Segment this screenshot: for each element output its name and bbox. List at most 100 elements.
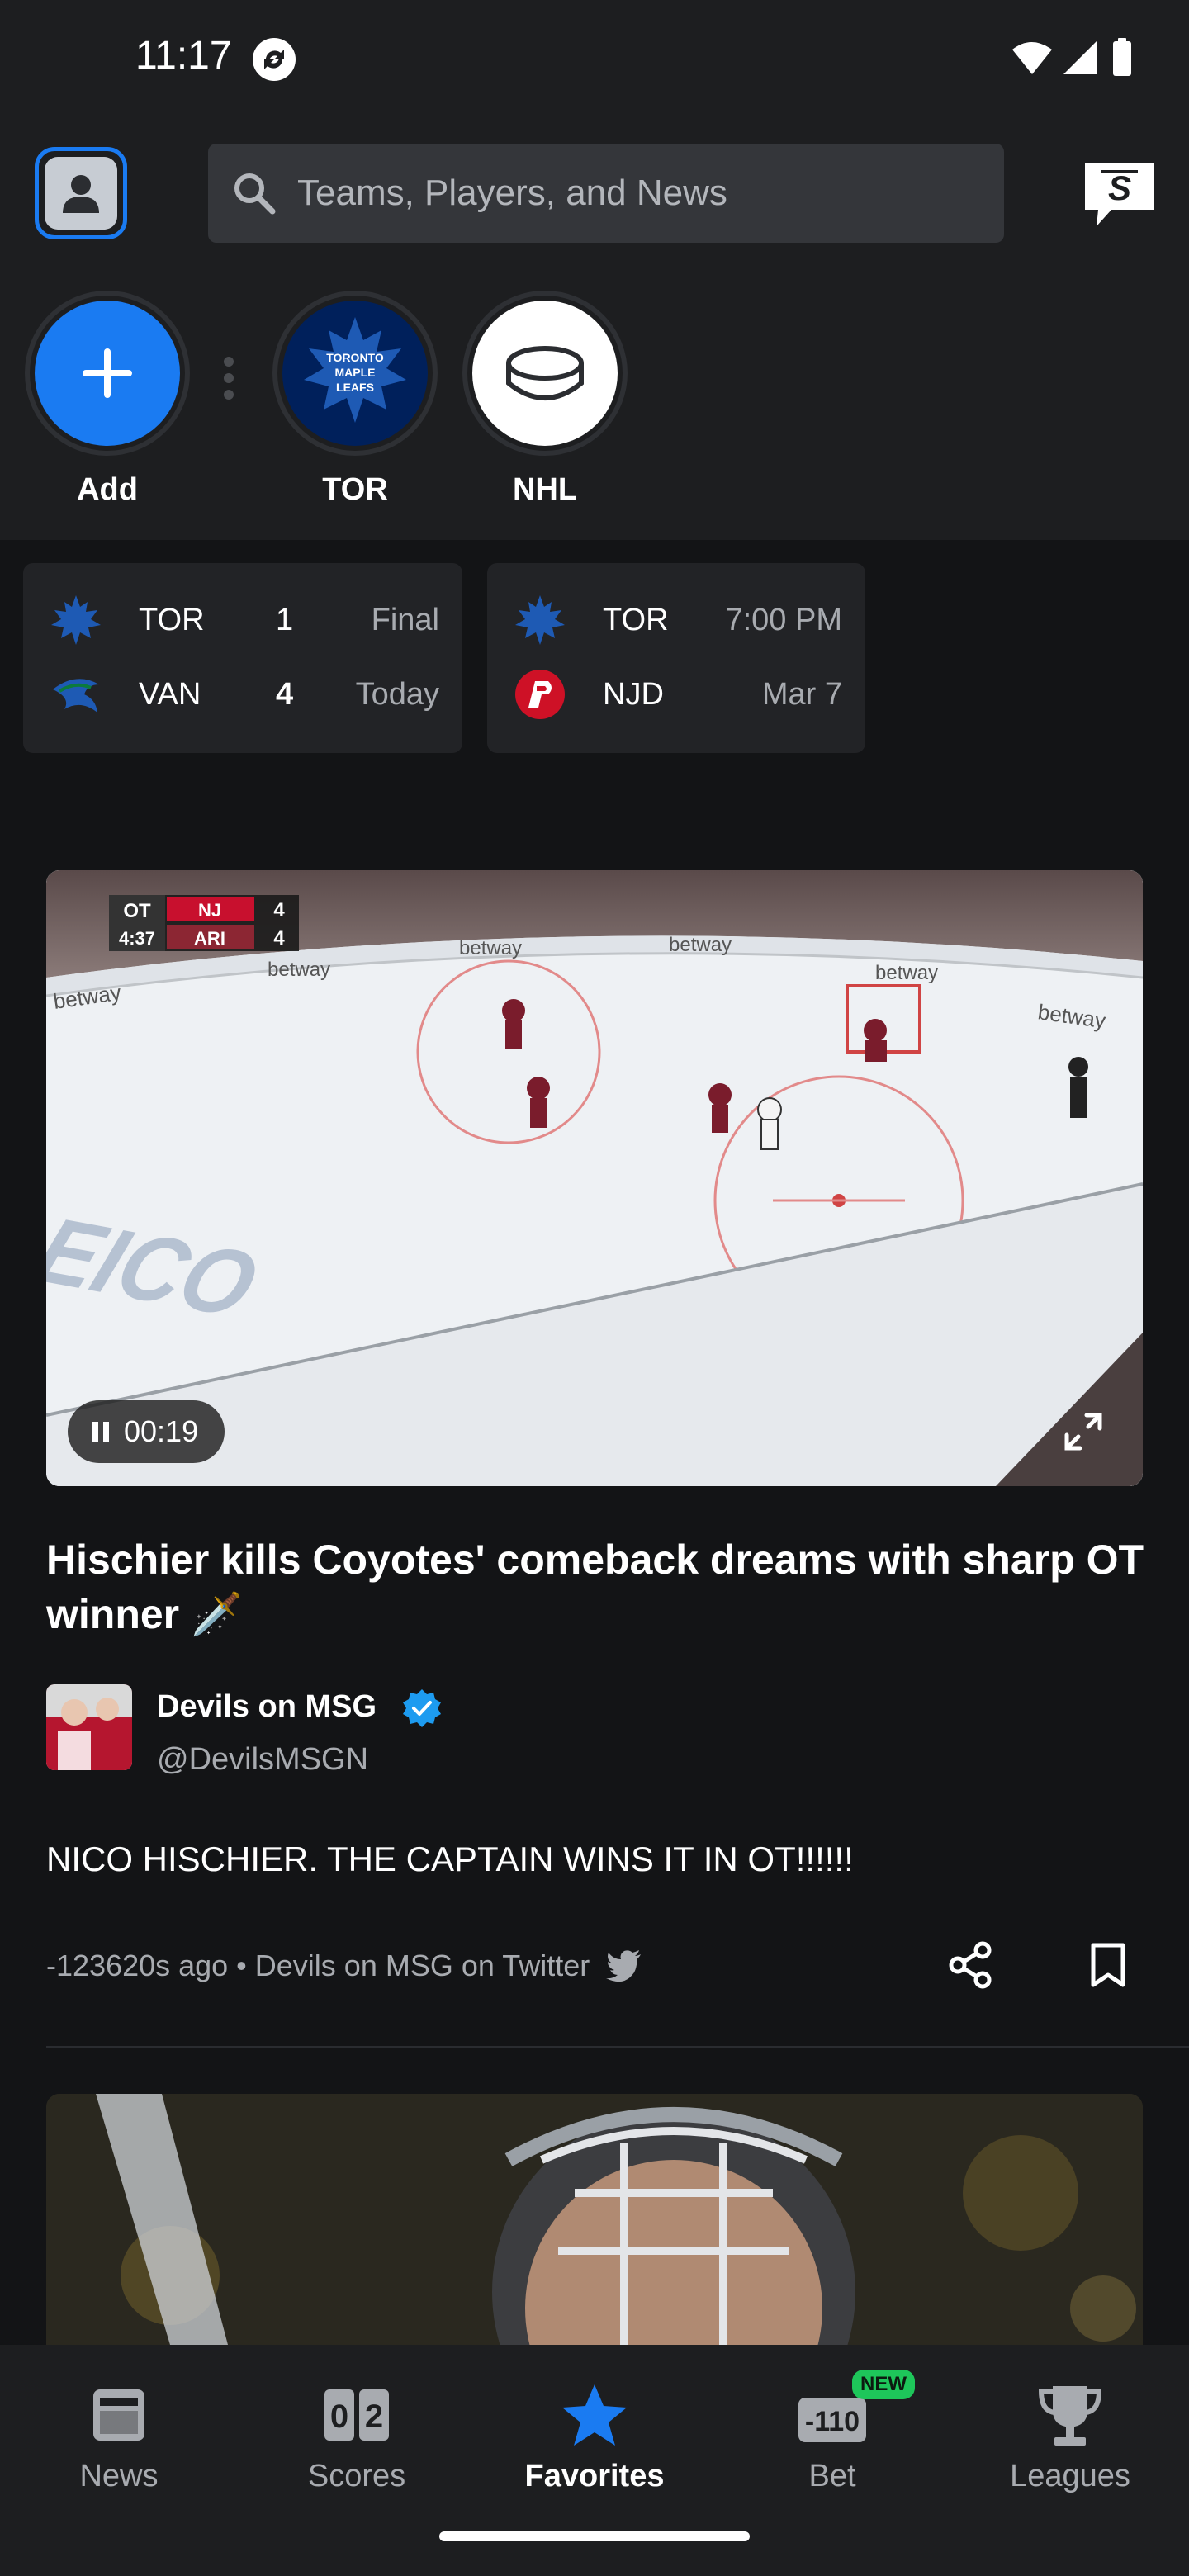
video-play-pause-button[interactable]: 00:19 bbox=[68, 1400, 225, 1463]
tor-favorite-circle: TORONTO MAPLE LEAFS bbox=[272, 291, 438, 456]
scorebug-clock: 4:37 bbox=[119, 928, 155, 949]
add-favorite-circle bbox=[25, 291, 190, 456]
game-status: Final bbox=[371, 602, 439, 637]
video-time-label: 00:19 bbox=[124, 1414, 199, 1448]
scores-icon: 0 2 bbox=[324, 2389, 389, 2441]
status-time: 11:17 bbox=[135, 34, 232, 78]
scores-digit: 0 bbox=[330, 2398, 348, 2435]
svg-text:TORONTO: TORONTO bbox=[326, 351, 384, 364]
article-divider bbox=[46, 2046, 1189, 2048]
svg-text:LEAFS: LEAFS bbox=[336, 381, 374, 394]
maple-leafs-logo bbox=[51, 595, 101, 645]
article-headline[interactable]: Hischier kills Coyotes' comeback dreams … bbox=[46, 1532, 1153, 1641]
person-icon bbox=[63, 175, 99, 213]
tab-label: Bet bbox=[808, 2459, 856, 2493]
scorebug-team: NJ bbox=[198, 900, 221, 921]
scores-digit: 2 bbox=[365, 2398, 383, 2435]
verified-badge-icon bbox=[403, 1689, 441, 1727]
svg-text:betway: betway bbox=[669, 934, 732, 956]
home-indicator[interactable] bbox=[439, 2531, 750, 2541]
next-article-image[interactable] bbox=[46, 2094, 1143, 2345]
app-header: Teams, Players, and News S Add TORONTO M… bbox=[0, 116, 1189, 540]
cellular-icon bbox=[1063, 41, 1097, 74]
team-score: 4 bbox=[276, 676, 294, 712]
game-time: 7:00 PM bbox=[725, 602, 842, 637]
search-icon bbox=[234, 173, 276, 215]
video-player[interactable]: betway betway betway betway betway betwa… bbox=[46, 870, 1143, 1486]
author-name[interactable]: Devils on MSG bbox=[157, 1689, 377, 1725]
tab-label: Leagues bbox=[1010, 2459, 1130, 2493]
maple-leafs-logo: TORONTO MAPLE LEAFS bbox=[282, 301, 428, 446]
game-card[interactable]: TOR 1 Final VAN 4 Today bbox=[23, 563, 462, 753]
drag-divider-icon bbox=[224, 357, 234, 400]
author-handle: @DevilsMSGN bbox=[157, 1742, 369, 1777]
tab-favorites[interactable]: Favorites bbox=[476, 2378, 713, 2494]
bottom-navigation: News 0 2 Scores Favorites -110 NEW Bet L… bbox=[0, 2345, 1189, 2576]
scorebug-team: ARI bbox=[194, 928, 225, 949]
svg-text:betway: betway bbox=[875, 962, 938, 984]
tab-news[interactable]: News bbox=[0, 2378, 238, 2494]
nhl-favorite-circle bbox=[462, 291, 628, 456]
team-abbr: TOR bbox=[139, 602, 205, 637]
team-abbr: VAN bbox=[139, 676, 201, 712]
game-date: Mar 7 bbox=[761, 676, 842, 712]
favorite-label: TOR bbox=[322, 472, 388, 507]
scorestream-icon[interactable]: S bbox=[1082, 160, 1158, 230]
tweet-body: NICO HISCHIER. THE CAPTAIN WINS IT IN OT… bbox=[46, 1840, 854, 1878]
author-avatar bbox=[46, 1684, 132, 1770]
team-abbr: NJD bbox=[603, 676, 664, 712]
plus-icon bbox=[35, 301, 180, 446]
profile-avatar bbox=[45, 157, 117, 230]
game-row-home: TOR 1 Final bbox=[23, 583, 462, 657]
tab-leagues[interactable]: Leagues bbox=[951, 2378, 1189, 2494]
tab-label: Scores bbox=[307, 2459, 406, 2493]
status-bar: 11:17 bbox=[0, 0, 1189, 116]
battery-icon bbox=[1113, 41, 1131, 76]
scorebug-score: 4 bbox=[273, 927, 285, 949]
trophy-icon bbox=[1038, 2386, 1102, 2446]
favorite-label: Add bbox=[77, 472, 138, 507]
devils-logo bbox=[515, 670, 565, 719]
games-strip: TOR 1 Final VAN 4 Today TOR 7:00 PM NJD … bbox=[0, 540, 1189, 812]
author-avatar-image bbox=[46, 1684, 132, 1770]
fullscreen-icon[interactable] bbox=[1060, 1409, 1106, 1455]
search-bar[interactable]: Teams, Players, and News bbox=[208, 144, 1004, 243]
tab-scores[interactable]: 0 2 Scores bbox=[238, 2378, 476, 2494]
tab-label: Favorites bbox=[524, 2459, 665, 2493]
game-card[interactable]: TOR 7:00 PM NJD Mar 7 bbox=[487, 563, 865, 753]
game-row-home: TOR 7:00 PM bbox=[487, 583, 865, 657]
svg-text:betway: betway bbox=[459, 937, 522, 959]
hockey-rink-thumbnail: betway betway betway betway betway betwa… bbox=[46, 870, 1143, 1486]
scorebug-period: OT bbox=[123, 900, 151, 922]
wifi-icon bbox=[1012, 42, 1052, 74]
svg-text:MAPLE: MAPLE bbox=[335, 366, 376, 379]
article-meta-text: -123620s ago • Devils on MSG on Twitter bbox=[46, 1949, 590, 1982]
news-icon bbox=[93, 2389, 144, 2441]
bookmark-icon[interactable] bbox=[1090, 1942, 1126, 1988]
favorite-tor[interactable]: TORONTO MAPLE LEAFS TOR bbox=[272, 291, 438, 508]
maple-leafs-logo bbox=[515, 595, 565, 645]
tab-label: News bbox=[79, 2459, 159, 2493]
system-status-icons bbox=[1012, 38, 1131, 76]
twitter-icon bbox=[606, 1950, 642, 1982]
game-row-away: NJD Mar 7 bbox=[487, 657, 865, 732]
favorite-add[interactable]: Add bbox=[25, 291, 190, 508]
game-row-away: VAN 4 Today bbox=[23, 657, 462, 732]
goalie-photo bbox=[46, 2094, 1143, 2345]
new-badge: NEW bbox=[852, 2370, 915, 2399]
profile-button[interactable] bbox=[35, 147, 127, 239]
sync-icon bbox=[253, 38, 296, 81]
bet-odds: -110 bbox=[805, 2406, 860, 2437]
tab-bet[interactable]: -110 NEW Bet bbox=[713, 2370, 951, 2494]
star-icon bbox=[562, 2384, 627, 2446]
team-score: 1 bbox=[276, 602, 294, 637]
hockey-puck-icon bbox=[472, 301, 618, 446]
favorite-nhl[interactable]: NHL bbox=[462, 291, 628, 508]
pause-icon bbox=[92, 1422, 109, 1442]
favorite-label: NHL bbox=[512, 472, 578, 507]
search-placeholder: Teams, Players, and News bbox=[297, 173, 727, 213]
scorebug-score: 4 bbox=[273, 899, 285, 921]
article-meta: -123620s ago • Devils on MSG on Twitter bbox=[46, 1949, 642, 1983]
share-icon[interactable] bbox=[948, 1940, 994, 1990]
canucks-logo bbox=[53, 679, 99, 713]
